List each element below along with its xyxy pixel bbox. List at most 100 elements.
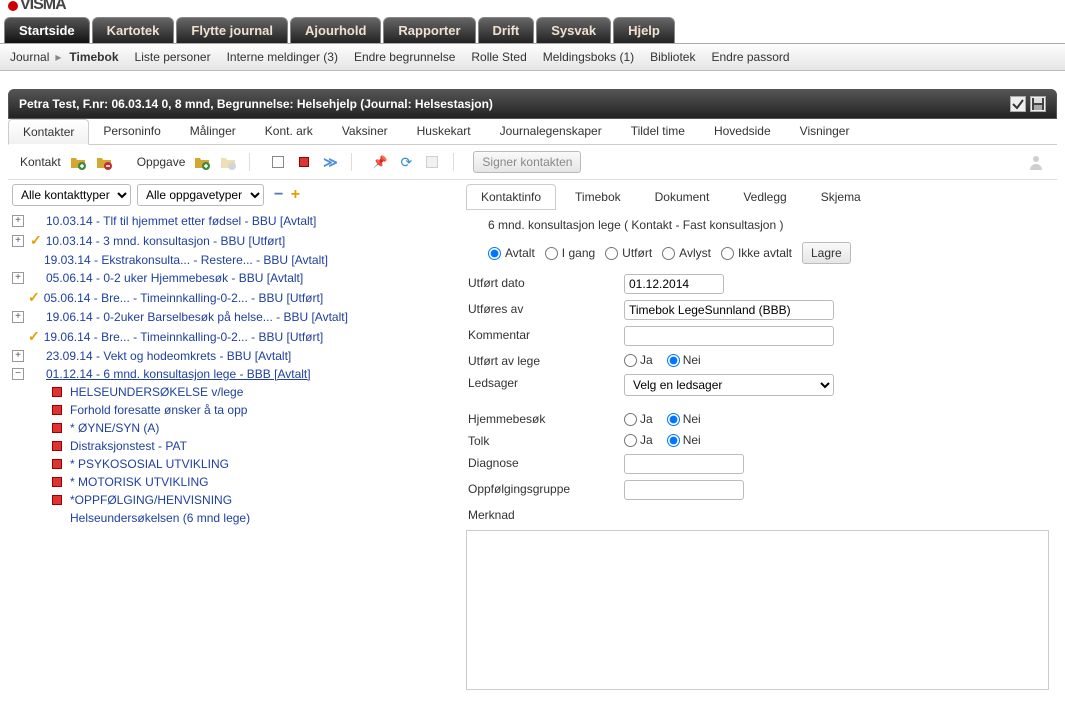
tree-row[interactable]: + 23.09.14 - Vekt og hodeomkrets - BBU [… bbox=[12, 347, 458, 365]
tab-vaksiner[interactable]: Vaksiner bbox=[328, 119, 403, 144]
tab-kartotek[interactable]: Kartotek bbox=[92, 17, 175, 43]
subnav-endre-begrunnelse[interactable]: Endre begrunnelse bbox=[354, 50, 455, 64]
tree-row-label[interactable]: 23.09.14 - Vekt og hodeomkrets - BBU [Av… bbox=[46, 349, 291, 363]
tree-child-label[interactable]: * PSYKOSOSIAL UTVIKLING bbox=[70, 457, 229, 471]
tree-row[interactable]: + 10.03.14 - Tlf til hjemmet etter fødse… bbox=[12, 212, 458, 230]
input-utfores-av[interactable] bbox=[624, 300, 834, 320]
input-utfort-dato[interactable] bbox=[624, 274, 724, 294]
tree-row-label[interactable]: 10.03.14 - Tlf til hjemmet etter fødsel … bbox=[46, 214, 316, 228]
tree-row-label[interactable]: 19.06.14 - Bre... - Timeinnkalling-0-2..… bbox=[44, 330, 323, 344]
oppgave-add-icon[interactable] bbox=[193, 153, 211, 171]
tree-row[interactable]: + 19.06.14 - 0-2uker Barselbesøk på hels… bbox=[12, 308, 458, 326]
rtab-timebok[interactable]: Timebok bbox=[560, 184, 636, 210]
signer-kontakten-button[interactable]: Signer kontakten bbox=[473, 151, 581, 173]
tab-hovedside[interactable]: Hovedside bbox=[700, 119, 786, 144]
square-red-icon[interactable] bbox=[295, 153, 313, 171]
lagre-button[interactable]: Lagre bbox=[802, 242, 851, 264]
tab-huskekart[interactable]: Huskekart bbox=[403, 119, 486, 144]
tab-drift[interactable]: Drift bbox=[478, 17, 535, 43]
pin-icon[interactable]: 📌 bbox=[371, 153, 389, 171]
rtab-skjema[interactable]: Skjema bbox=[806, 184, 876, 210]
tab-personinfo[interactable]: Personinfo bbox=[89, 119, 175, 144]
expand-icon[interactable]: + bbox=[12, 350, 24, 362]
tree-child-label[interactable]: Distraksjonstest - PAT bbox=[70, 439, 187, 453]
tab-startside[interactable]: Startside bbox=[4, 17, 90, 43]
tree-child-row[interactable]: HELSEUNDERSØKELSE v/lege bbox=[12, 383, 458, 401]
subnav-journal[interactable]: Journal bbox=[10, 50, 49, 64]
expand-icon[interactable]: + bbox=[12, 235, 24, 247]
tree-row[interactable]: ✓ 19.06.14 - Bre... - Timeinnkalling-0-2… bbox=[12, 326, 458, 347]
tree-child-label[interactable]: *OPPFØLGING/HENVISNING bbox=[70, 493, 232, 507]
tree-child-label[interactable]: * MOTORISK UTVIKLING bbox=[70, 475, 208, 489]
tab-journalegenskaper[interactable]: Journalegenskaper bbox=[486, 119, 617, 144]
status-avlyst[interactable]: Avlyst bbox=[662, 246, 711, 260]
user-icon[interactable] bbox=[1027, 153, 1045, 171]
tree-child-row[interactable]: Forhold foresatte ønsker å ta opp bbox=[12, 401, 458, 419]
tab-malinger[interactable]: Målinger bbox=[176, 119, 251, 144]
radio-tolk-nei[interactable] bbox=[667, 434, 680, 447]
tree-child-row[interactable]: * MOTORISK UTVIKLING bbox=[12, 473, 458, 491]
tree-row[interactable]: − 01.12.14 - 6 mnd. konsultasjon lege - … bbox=[12, 365, 458, 383]
expand-icon[interactable]: + bbox=[12, 215, 24, 227]
tree-row[interactable]: ✓ 05.06.14 - Bre... - Timeinnkalling-0-2… bbox=[12, 287, 458, 308]
tab-hjelp[interactable]: Hjelp bbox=[613, 17, 675, 43]
tab-rapporter[interactable]: Rapporter bbox=[383, 17, 475, 43]
refresh-icon[interactable]: ⟳ bbox=[397, 153, 415, 171]
tree-row-label[interactable]: 19.03.14 - Ekstrakonsulta... - Restere..… bbox=[44, 253, 328, 267]
contact-type-select[interactable]: Alle kontakttyper bbox=[12, 184, 131, 206]
subnav-meldingsboks[interactable]: Meldingsboks (1) bbox=[543, 50, 634, 64]
tab-flytte-journal[interactable]: Flytte journal bbox=[176, 17, 288, 43]
radio-hjemme-ja[interactable] bbox=[624, 413, 637, 426]
status-igang[interactable]: I gang bbox=[545, 246, 595, 260]
expand-icon[interactable]: + bbox=[12, 272, 24, 284]
radio-lege-nei[interactable] bbox=[667, 354, 680, 367]
tree-row-label[interactable]: 05.06.14 - Bre... - Timeinnkalling-0-2..… bbox=[44, 291, 323, 305]
tab-visninger[interactable]: Visninger bbox=[786, 119, 865, 144]
tab-tildel-time[interactable]: Tildel time bbox=[617, 119, 700, 144]
tree-row-label[interactable]: 10.03.14 - 3 mnd. konsultasjon - BBU [Ut… bbox=[46, 234, 285, 248]
collapse-icon[interactable]: − bbox=[12, 368, 24, 380]
square-outline-icon[interactable] bbox=[269, 153, 287, 171]
kontakt-remove-icon[interactable] bbox=[95, 153, 113, 171]
tree-row[interactable]: + ✓ 10.03.14 - 3 mnd. konsultasjon - BBU… bbox=[12, 230, 458, 251]
radio-hjemme-nei[interactable] bbox=[667, 413, 680, 426]
tree-child-row[interactable]: Distraksjonstest - PAT bbox=[12, 437, 458, 455]
subnav-liste-personer[interactable]: Liste personer bbox=[135, 50, 211, 64]
subnav-interne-meldinger[interactable]: Interne meldinger (3) bbox=[227, 50, 338, 64]
subnav-timebok[interactable]: Timebok bbox=[69, 50, 118, 64]
fast-forward-icon[interactable]: ≫ bbox=[321, 153, 339, 171]
tree-row[interactable]: + 05.06.14 - 0-2 uker Hjemmebesøk - BBU … bbox=[12, 269, 458, 287]
tree-child-row[interactable]: *OPPFØLGING/HENVISNING bbox=[12, 491, 458, 509]
status-avtalt[interactable]: Avtalt bbox=[488, 246, 535, 260]
select-ledsager[interactable]: Velg en ledsager bbox=[624, 374, 834, 396]
tree-row-label[interactable]: 05.06.14 - 0-2 uker Hjemmebesøk - BBU [A… bbox=[46, 271, 303, 285]
tree-child-label[interactable]: Forhold foresatte ønsker å ta opp bbox=[70, 403, 247, 417]
subnav-endre-passord[interactable]: Endre passord bbox=[711, 50, 789, 64]
collapse-all-icon[interactable]: − bbox=[274, 186, 283, 203]
square-grey-icon[interactable] bbox=[423, 153, 441, 171]
subnav-bibliotek[interactable]: Bibliotek bbox=[650, 50, 695, 64]
radio-tolk-ja[interactable] bbox=[624, 434, 637, 447]
rtab-dokument[interactable]: Dokument bbox=[640, 184, 725, 210]
tree-child-label[interactable]: * ØYNE/SYN (A) bbox=[70, 421, 159, 435]
tab-sysvak[interactable]: Sysvak bbox=[536, 17, 611, 43]
tree-child-row[interactable]: Helseundersøkelsen (6 mnd lege) bbox=[12, 509, 458, 527]
subnav-rolle-sted[interactable]: Rolle Sted bbox=[471, 50, 526, 64]
expand-icon[interactable]: + bbox=[12, 311, 24, 323]
checkbox-icon[interactable] bbox=[1010, 96, 1026, 112]
tree-row[interactable]: 19.03.14 - Ekstrakonsulta... - Restere..… bbox=[12, 251, 458, 269]
tree-row-label[interactable]: 19.06.14 - 0-2uker Barselbesøk på helse.… bbox=[46, 310, 348, 324]
input-oppfolging[interactable] bbox=[624, 480, 744, 500]
tab-kontakter[interactable]: Kontakter bbox=[8, 119, 89, 145]
status-utfort[interactable]: Utført bbox=[605, 246, 652, 260]
tree-child-label[interactable]: Helseundersøkelsen (6 mnd lege) bbox=[70, 511, 250, 525]
radio-lege-ja[interactable] bbox=[624, 354, 637, 367]
task-type-select[interactable]: Alle oppgavetyper bbox=[137, 184, 264, 206]
rtab-kontaktinfo[interactable]: Kontaktinfo bbox=[466, 184, 556, 210]
expand-all-icon[interactable]: + bbox=[291, 186, 300, 203]
merknad-textarea[interactable] bbox=[466, 530, 1049, 690]
tree-child-label[interactable]: HELSEUNDERSØKELSE v/lege bbox=[70, 385, 243, 399]
input-diagnose[interactable] bbox=[624, 454, 744, 474]
rtab-vedlegg[interactable]: Vedlegg bbox=[728, 184, 801, 210]
status-ikkeavtalt[interactable]: Ikke avtalt bbox=[721, 246, 792, 260]
